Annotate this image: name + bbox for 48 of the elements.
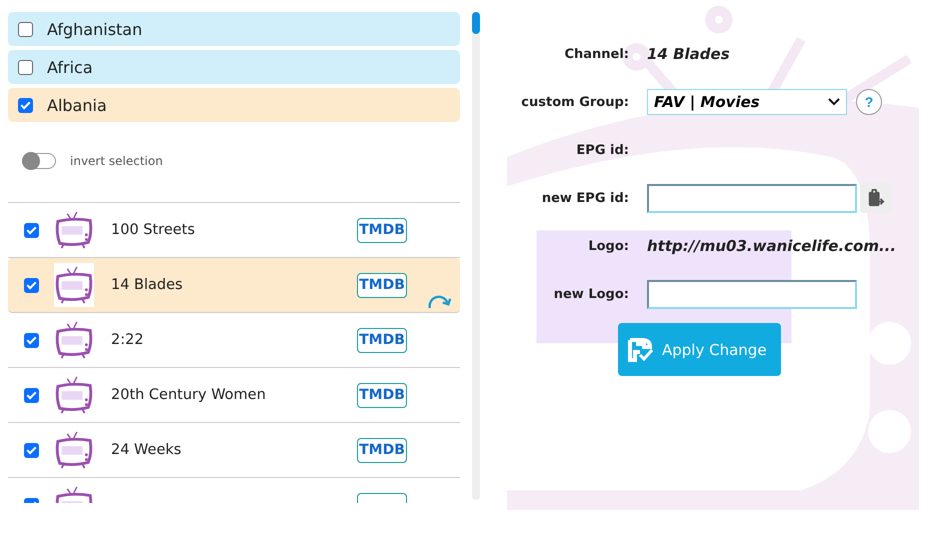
checkbox[interactable] — [24, 222, 39, 238]
channel-row[interactable]: 14 Blades TMDB — [8, 258, 460, 313]
field-label: new EPG id: — [540, 190, 629, 206]
channel-row[interactable]: 24 Weeks TMDB — [8, 423, 460, 478]
checkbox[interactable] — [18, 98, 33, 112]
channel-title: 2:22 — [111, 332, 145, 348]
tmdb-button[interactable]: TMDB — [357, 272, 407, 298]
save-check-icon — [628, 338, 654, 362]
tmdb-button[interactable]: TMDB — [357, 218, 407, 242]
checkbox[interactable] — [24, 388, 39, 402]
channel-value: 14 Blades — [647, 45, 730, 63]
group-item[interactable]: Albania — [8, 88, 460, 122]
paste-button[interactable] — [860, 183, 892, 213]
group-name: Africa — [47, 58, 93, 76]
channel-title: 24 Weeks — [111, 442, 182, 458]
checkbox[interactable] — [24, 332, 39, 348]
tmdb-button[interactable]: TMDB — [357, 328, 407, 352]
field-label: EPG id: — [575, 142, 629, 158]
logo-url: http://mu03.wanicelife.com... — [647, 237, 896, 255]
logo-input-field[interactable] — [647, 280, 857, 308]
group-item[interactable]: Afghanistan — [8, 12, 460, 46]
channel-title: 20th Century Women — [111, 387, 267, 403]
toggle-switch[interactable] — [22, 153, 56, 169]
epg-input-field[interactable] — [647, 184, 857, 212]
tmdb-button[interactable]: TMDB — [357, 438, 407, 462]
field-label: Logo: — [587, 238, 629, 254]
checkbox[interactable] — [18, 60, 33, 74]
field-label: Channel: — [563, 46, 629, 62]
redo-arrow-icon[interactable] — [428, 295, 452, 310]
chevron-down-icon[interactable] — [828, 98, 840, 106]
channel-title: 14 Blades — [111, 277, 184, 293]
checkbox[interactable] — [24, 442, 39, 458]
channel-row[interactable]: 20th Century Women TMDB — [8, 368, 460, 423]
field-label: new Logo: — [552, 286, 629, 302]
scrollbar[interactable] — [472, 12, 480, 500]
field-label: custom Group: — [520, 94, 629, 110]
group-item[interactable]: Africa — [8, 50, 460, 84]
channel-title: 100 Streets — [111, 222, 196, 238]
checkbox[interactable] — [24, 278, 39, 292]
tv-logo-icon — [54, 263, 94, 307]
group-name: Albania — [47, 96, 107, 114]
channel-row[interactable]: 2:22 TMDB — [8, 313, 460, 368]
group-dropdown[interactable]: FAV | Movies — [647, 89, 847, 115]
tmdb-button[interactable]: TMDB — [357, 382, 407, 408]
group-name: Afghanistan — [47, 20, 142, 38]
checkbox[interactable] — [18, 22, 33, 36]
toggle-label: invert selection — [70, 154, 163, 168]
clipboard-icon — [867, 188, 885, 208]
